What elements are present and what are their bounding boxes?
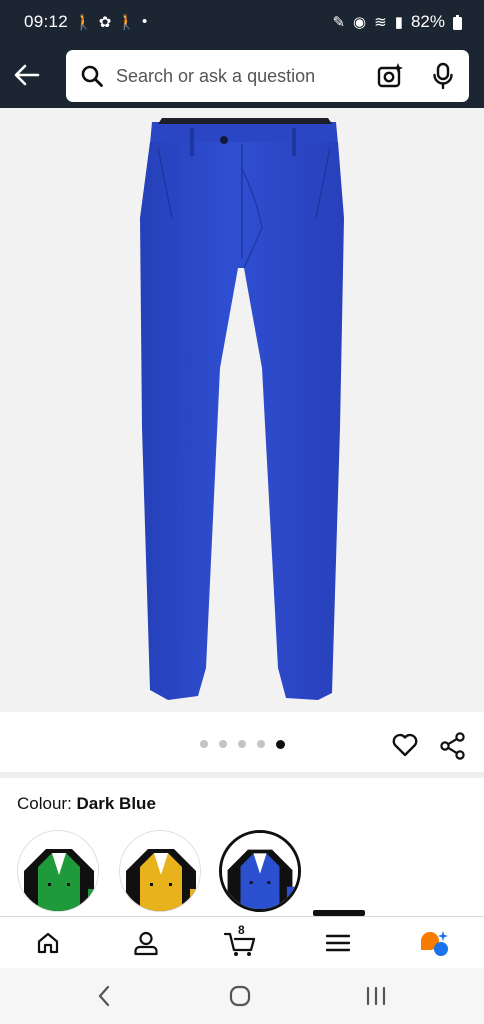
recents-icon — [366, 986, 386, 1006]
gallery-dot[interactable] — [219, 740, 227, 748]
blue-trousers-image — [140, 118, 344, 700]
nav-cart[interactable]: 8 — [220, 923, 260, 959]
heart-icon[interactable] — [392, 733, 418, 757]
wifi-icon: ≋ — [374, 14, 387, 31]
battery-icon — [453, 14, 462, 30]
dot-icon: • — [141, 13, 148, 30]
nav-account[interactable] — [126, 927, 166, 959]
status-right: ✎ ◉ ≋ ▮ 82% — [332, 12, 462, 32]
nav-home[interactable] — [28, 927, 68, 959]
pen-icon: ✎ — [332, 14, 346, 31]
swatch-yellow[interactable] — [119, 830, 201, 912]
gallery-dot[interactable] — [257, 740, 265, 748]
system-recents-button[interactable] — [356, 982, 396, 1010]
colour-value: Dark Blue — [76, 794, 156, 813]
nav-menu[interactable] — [318, 927, 358, 959]
cart-count: 8 — [238, 923, 245, 937]
product-image[interactable] — [0, 108, 484, 712]
colour-label: Colour: Dark Blue — [17, 794, 156, 814]
battery-label: 82% — [410, 12, 445, 31]
pinwheel-icon: ✿ — [98, 14, 112, 31]
status-time: 09:12 — [24, 12, 69, 31]
top-bar: 09:12 🚶 ✿ 🚶 • ✎ ◉ ≋ ▮ 82% Search or ask … — [0, 0, 484, 108]
walking-icon: 🚶 — [74, 14, 93, 31]
system-home-button[interactable] — [220, 982, 260, 1010]
walking-icon: 🚶 — [117, 14, 136, 31]
back-button[interactable] — [10, 56, 44, 94]
colour-swatches — [17, 828, 484, 912]
yellow-suit-thumbnail — [120, 831, 200, 911]
blue-suit-thumbnail — [222, 833, 298, 909]
status-bar: 09:12 🚶 ✿ 🚶 • ✎ ◉ ≋ ▮ 82% — [0, 0, 484, 44]
search-bar[interactable]: Search or ask a question — [66, 50, 469, 102]
system-navigation-bar — [0, 968, 484, 1024]
assistant-icon — [421, 931, 448, 956]
status-left-icons: 🚶 ✿ 🚶 • — [74, 13, 147, 31]
camera-sparkle-icon[interactable] — [376, 62, 404, 90]
swatch-green[interactable] — [17, 830, 99, 912]
green-suit-thumbnail — [18, 831, 98, 911]
swatch-blue-selected[interactable] — [219, 830, 301, 912]
signal-icon: ▮ — [394, 14, 403, 31]
gallery-controls — [0, 712, 484, 776]
gallery-dot[interactable] — [238, 740, 246, 748]
search-input[interactable]: Search or ask a question — [116, 66, 315, 87]
home-icon — [37, 932, 59, 954]
microphone-icon[interactable] — [432, 62, 454, 90]
bottom-navigation: 8 — [0, 916, 484, 968]
gallery-dot[interactable] — [200, 740, 208, 748]
system-back-button[interactable] — [84, 982, 124, 1010]
search-icon — [81, 65, 103, 87]
gallery-pagination — [200, 739, 285, 749]
hotspot-icon: ◉ — [353, 14, 367, 31]
home-circle-icon — [229, 985, 251, 1007]
back-arrow-icon — [14, 64, 40, 86]
share-icon[interactable] — [439, 732, 467, 760]
colour-label-prefix: Colour: — [17, 794, 77, 813]
chevron-left-icon — [98, 985, 110, 1007]
gallery-dot-active[interactable] — [276, 739, 285, 749]
account-icon — [134, 931, 158, 956]
section-divider — [0, 772, 484, 778]
app-root: 09:12 🚶 ✿ 🚶 • ✎ ◉ ≋ ▮ 82% Search or ask … — [0, 0, 484, 1024]
menu-icon — [326, 934, 350, 952]
nav-assistant[interactable] — [414, 927, 454, 959]
